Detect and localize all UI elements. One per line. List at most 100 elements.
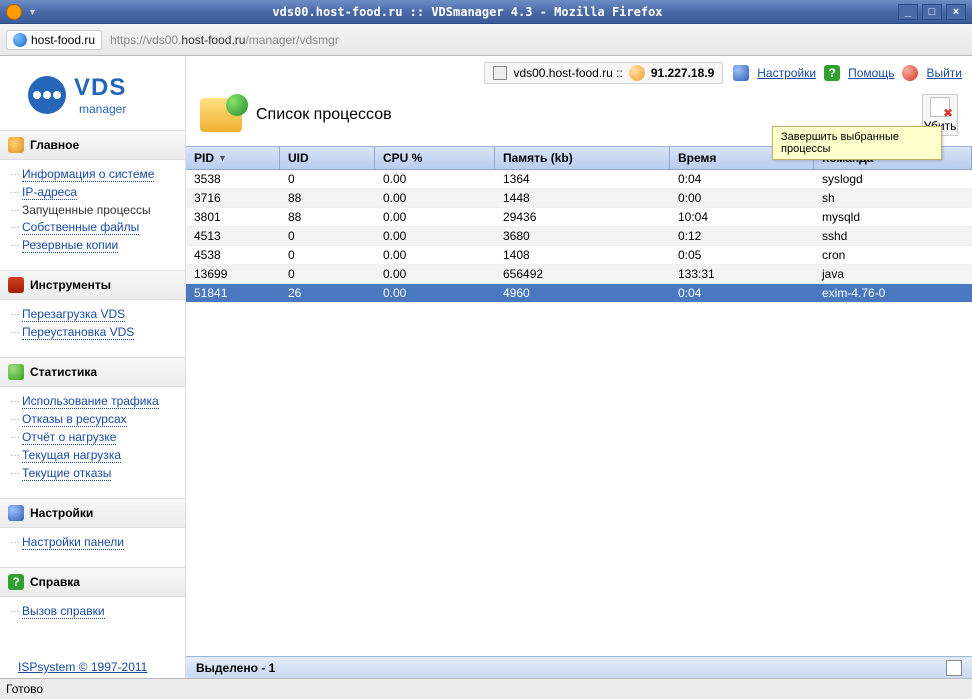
cell-time: 133:31	[670, 265, 814, 283]
cell-cpu: 0.00	[375, 265, 495, 283]
sidebar-link[interactable]: Переустановка VDS	[22, 325, 134, 340]
tooltip: Завершить выбранные процессы	[772, 126, 942, 160]
cell-cpu: 0.00	[375, 189, 495, 207]
settings-small-icon[interactable]	[946, 660, 962, 676]
table-row[interactable]: 51841260.0049600:04exim-4.76-0	[186, 284, 972, 303]
sidebar-link[interactable]: Перезагрузка VDS	[22, 307, 125, 322]
cell-pid: 13699	[186, 265, 280, 283]
help-icon: ?	[824, 65, 840, 81]
cell-uid: 88	[280, 208, 375, 226]
exit-icon	[902, 65, 918, 81]
cell-uid: 0	[280, 246, 375, 264]
url-field[interactable]: https://vds00.host-food.ru/manager/vdsmg…	[104, 30, 966, 50]
sidebar-link[interactable]: Информация о системе	[22, 167, 154, 182]
cell-pid: 4538	[186, 246, 280, 264]
minimize-button[interactable]: _	[898, 4, 918, 20]
server-info: vds00.host-food.ru :: 91.227.18.9	[484, 62, 723, 84]
process-table: PID ▼ UID CPU % Память (kb) Время Команд…	[186, 146, 972, 303]
processes-icon	[200, 98, 242, 132]
sidebar-link[interactable]: Собственные файлы	[22, 220, 139, 235]
user-icon	[629, 65, 645, 81]
sidebar-link[interactable]: Отчёт о нагрузке	[22, 430, 116, 445]
table-row[interactable]: 353800.0013640:04syslogd	[186, 170, 972, 189]
sidebar-link[interactable]: Запущенные процессы	[22, 203, 151, 217]
sidebar-link[interactable]: Резервные копии	[22, 238, 118, 253]
cell-time: 10:04	[670, 208, 814, 226]
cell-mem: 3680	[495, 227, 670, 245]
dropdown-arrow-icon[interactable]: ▼	[28, 7, 37, 17]
site-identity[interactable]: host-food.ru	[6, 30, 102, 50]
cell-uid: 0	[280, 265, 375, 283]
sidebar-link[interactable]: IP-адреса	[22, 185, 77, 200]
maximize-button[interactable]: □	[922, 4, 942, 20]
sidebar-link[interactable]: Вызов справки	[22, 604, 105, 619]
sidebar-link[interactable]: Текущие отказы	[22, 466, 111, 481]
sidebar-section-gear[interactable]: Настройки	[0, 498, 185, 528]
cell-time: 0:00	[670, 189, 814, 207]
settings-icon	[733, 65, 749, 81]
cell-cpu: 0.00	[375, 246, 495, 264]
cell-cmd: sh	[814, 189, 972, 207]
kill-icon	[930, 97, 950, 117]
cell-mem: 1364	[495, 170, 670, 188]
close-button[interactable]: ×	[946, 4, 966, 20]
table-row[interactable]: 1369900.00656492133:31java	[186, 265, 972, 284]
cell-mem: 29436	[495, 208, 670, 226]
gear-icon	[8, 505, 24, 521]
page-title: Список процессов	[256, 106, 392, 124]
table-row[interactable]: 3716880.0014480:00sh	[186, 189, 972, 208]
cell-cmd: exim-4.76-0	[814, 284, 972, 302]
col-cpu[interactable]: CPU %	[375, 147, 495, 169]
cell-uid: 26	[280, 284, 375, 302]
selection-bar: Выделено - 1	[186, 656, 972, 678]
tools-icon	[8, 277, 24, 293]
window-title: vds00.host-food.ru :: VDSmanager 4.3 - M…	[37, 5, 898, 19]
sidebar-section-tools[interactable]: Инструменты	[0, 270, 185, 300]
sidebar-section-disk[interactable]: Главное	[0, 130, 185, 160]
firefox-icon	[6, 4, 22, 20]
cell-pid: 3801	[186, 208, 280, 226]
logo-icon	[28, 76, 66, 114]
cell-cpu: 0.00	[375, 208, 495, 226]
cell-pid: 4513	[186, 227, 280, 245]
sidebar-link[interactable]: Отказы в ресурсах	[22, 412, 127, 427]
logo-text-main: VDS	[74, 74, 126, 102]
cell-mem: 1408	[495, 246, 670, 264]
isp-copyright[interactable]: ISPsystem © 1997-2011	[18, 660, 147, 674]
top-settings[interactable]: Настройки	[757, 66, 816, 80]
top-help[interactable]: Помощь	[848, 66, 894, 80]
table-row[interactable]: 453800.0014080:05cron	[186, 246, 972, 265]
sidebar: VDS manager Главное Информация о системе I…	[0, 56, 186, 678]
logo-text-sub: manager	[74, 102, 126, 116]
window-titlebar: ▼ vds00.host-food.ru :: VDSmanager 4.3 -…	[0, 0, 972, 24]
cell-cmd: mysqld	[814, 208, 972, 226]
cell-cpu: 0.00	[375, 227, 495, 245]
top-exit[interactable]: Выйти	[926, 66, 962, 80]
stats-icon	[8, 364, 24, 380]
cell-mem: 4960	[495, 284, 670, 302]
disk-icon	[8, 137, 24, 153]
cell-uid: 88	[280, 189, 375, 207]
cell-cpu: 0.00	[375, 170, 495, 188]
server-icon	[493, 66, 507, 80]
sidebar-link[interactable]: Использование трафика	[22, 394, 159, 409]
sidebar-section-stats[interactable]: Статистика	[0, 357, 185, 387]
status-text: Готово	[6, 682, 43, 696]
selection-count: Выделено - 1	[196, 661, 275, 675]
col-uid[interactable]: UID	[280, 147, 375, 169]
table-row[interactable]: 3801880.002943610:04mysqld	[186, 208, 972, 227]
sort-desc-icon: ▼	[218, 153, 227, 163]
server-ip: 91.227.18.9	[651, 66, 714, 80]
table-row[interactable]: 451300.0036800:12sshd	[186, 227, 972, 246]
cell-cmd: syslogd	[814, 170, 972, 188]
sidebar-link[interactable]: Текущая нагрузка	[22, 448, 121, 463]
cell-time: 0:05	[670, 246, 814, 264]
cell-cmd: cron	[814, 246, 972, 264]
cell-uid: 0	[280, 170, 375, 188]
sidebar-link[interactable]: Настройки панели	[22, 535, 124, 550]
globe-icon	[13, 33, 27, 47]
sidebar-section-help[interactable]: ?Справка	[0, 567, 185, 597]
col-mem[interactable]: Память (kb)	[495, 147, 670, 169]
cell-pid: 3538	[186, 170, 280, 188]
col-pid[interactable]: PID ▼	[186, 147, 280, 169]
